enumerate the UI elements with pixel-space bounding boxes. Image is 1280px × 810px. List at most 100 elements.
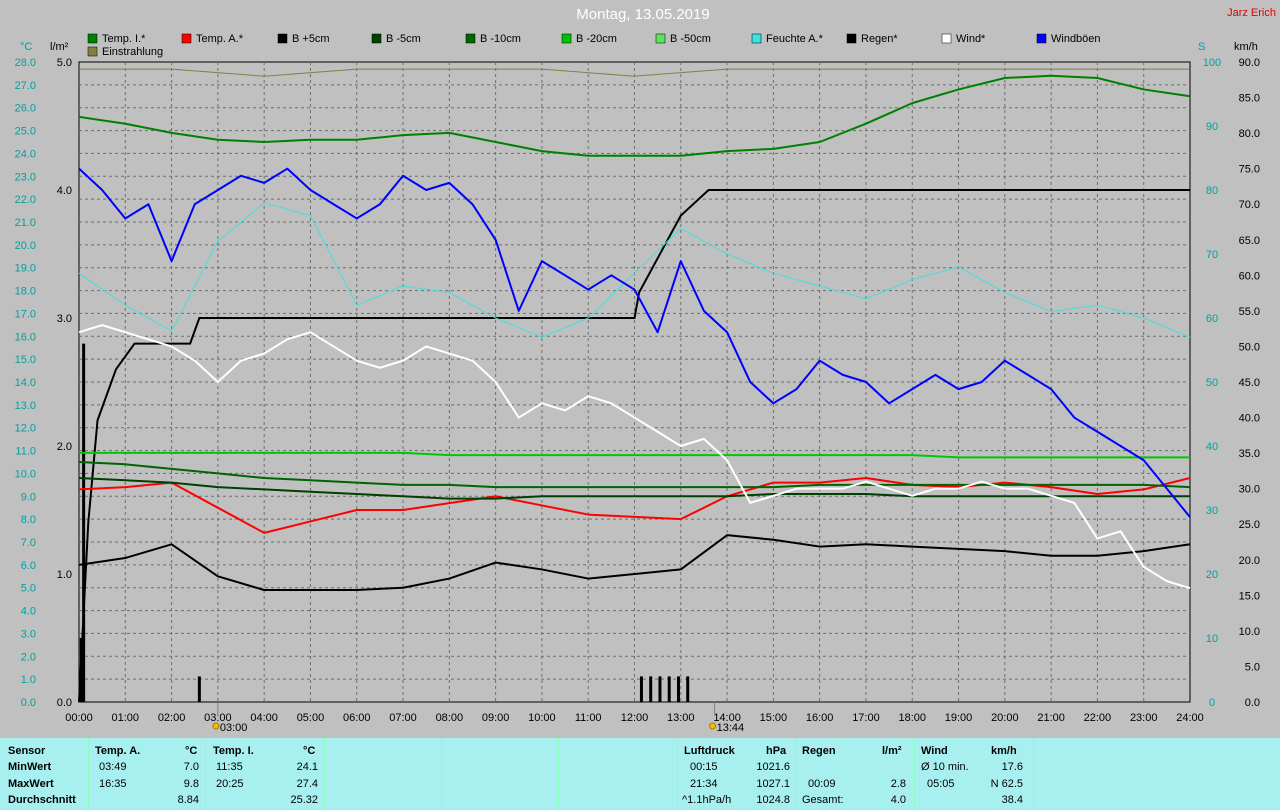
y-rain-tick: 4.0 xyxy=(57,185,72,197)
temp-i-min-time: 11:35 xyxy=(216,761,243,773)
legend-swatch xyxy=(87,46,98,57)
x-tick-label: 02:00 xyxy=(158,712,186,724)
sunrise-icon xyxy=(212,722,220,730)
legend-swatch xyxy=(181,33,192,44)
y-temp-tick: 21.0 xyxy=(15,217,36,229)
y-temp-tick: 23.0 xyxy=(15,171,36,183)
wind-avg10-label: Ø 10 min. xyxy=(921,761,969,773)
x-tick-label: 13:00 xyxy=(667,712,695,724)
wind-header: Wind xyxy=(921,745,948,757)
y-wind-tick: 65.0 xyxy=(1239,235,1260,247)
unit-s: S xyxy=(1198,41,1205,53)
unit-rain: l/m² xyxy=(50,41,69,53)
legend-swatch xyxy=(655,33,666,44)
legend-swatch xyxy=(846,33,857,44)
x-tick-label: 06:00 xyxy=(343,712,371,724)
y-humidity-tick: 10 xyxy=(1206,633,1218,645)
x-tick-label: 24:00 xyxy=(1176,712,1204,724)
x-tick-label: 04:00 xyxy=(250,712,278,724)
x-tick-label: 08:00 xyxy=(436,712,464,724)
rain-header: Regen xyxy=(802,745,836,757)
y-wind-tick: 10.0 xyxy=(1239,626,1260,638)
y-temp-tick: 1.0 xyxy=(21,674,36,686)
wind-unit: km/h xyxy=(991,745,1017,757)
y-temp-tick: 15.0 xyxy=(15,354,36,366)
y-humidity-tick: 0 xyxy=(1209,697,1215,709)
temp-a-header: Temp. A. xyxy=(95,745,141,757)
x-tick-label: 09:00 xyxy=(482,712,510,724)
y-rain-tick: 0.0 xyxy=(57,697,72,709)
y-wind-tick: 55.0 xyxy=(1239,306,1260,318)
y-temp-tick: 10.0 xyxy=(15,468,36,480)
legend-swatch xyxy=(277,33,288,44)
temp-a-avg-value: 8.84 xyxy=(177,794,199,806)
legend-label: Einstrahlung xyxy=(102,46,163,58)
sunrise-label: 03:00 xyxy=(220,722,248,734)
y-temp-tick: 27.0 xyxy=(15,80,36,92)
sunset-label: 13:44 xyxy=(717,722,745,734)
temp-a-min-value: 7.0 xyxy=(183,761,199,773)
wind-avg10-value: 17.6 xyxy=(1001,761,1023,773)
pressure-header: Luftdruck xyxy=(684,745,735,757)
temp-i-min-value: 24.1 xyxy=(296,761,318,773)
y-temp-tick: 11.0 xyxy=(15,446,36,458)
temp-i-max-value: 27.4 xyxy=(296,778,318,790)
x-tick-label: 16:00 xyxy=(806,712,834,724)
rain-max-time: 00:09 xyxy=(808,778,836,790)
x-tick-label: 15:00 xyxy=(760,712,788,724)
legend-label: Regen* xyxy=(861,33,898,45)
legend-label: Feuchte A.* xyxy=(766,33,824,45)
y-rain-tick: 2.0 xyxy=(57,441,72,453)
summary-temp-i: Temp. I. °C 11:35 24.1 20:25 27.4 25.32 xyxy=(206,738,325,810)
temp-i-max-time: 20:25 xyxy=(216,778,244,790)
y-humidity-tick: 30 xyxy=(1206,505,1218,517)
y-temp-tick: 8.0 xyxy=(21,514,36,526)
y-wind-tick: 0.0 xyxy=(1245,697,1260,709)
y-temp-tick: 5.0 xyxy=(21,583,36,595)
legend-swatch xyxy=(465,33,476,44)
legend-swatch xyxy=(371,33,382,44)
chart-title: Montag, 13.05.2019 xyxy=(576,6,709,23)
pressure-unit: hPa xyxy=(766,745,787,757)
x-tick-label: 01:00 xyxy=(112,712,140,724)
y-temp-tick: 19.0 xyxy=(15,263,36,275)
y-rain-tick: 3.0 xyxy=(57,313,72,325)
grid xyxy=(78,61,1191,703)
y-rain-tick: 5.0 xyxy=(57,57,72,69)
y-temp-tick: 6.0 xyxy=(21,560,36,572)
y-temp-tick: 20.0 xyxy=(15,240,36,252)
y-humidity-tick: 60 xyxy=(1206,313,1218,325)
legend-label: Temp. I.* xyxy=(102,33,146,45)
row-label-min: MinWert xyxy=(8,761,52,773)
y-humidity-tick: 40 xyxy=(1206,441,1218,453)
y-humidity-tick: 90 xyxy=(1206,121,1218,133)
y-humidity-tick: 100 xyxy=(1203,57,1221,69)
x-tick-label: 10:00 xyxy=(528,712,556,724)
wind-max-value: N 62.5 xyxy=(990,778,1023,790)
y-wind-tick: 20.0 xyxy=(1239,555,1260,567)
x-tick-label: 05:00 xyxy=(297,712,325,724)
legend-label: B -20cm xyxy=(576,33,617,45)
x-tick-label: 19:00 xyxy=(945,712,973,724)
rain-max-value: 2.8 xyxy=(890,778,906,790)
y-temp-tick: 17.0 xyxy=(15,308,36,320)
wind-avg-value: 38.4 xyxy=(1001,794,1023,806)
wind-max-time: 05:05 xyxy=(927,778,955,790)
unit-temp: °C xyxy=(20,41,32,53)
row-label-avg: Durchschnitt xyxy=(8,794,76,806)
y-temp-tick: 22.0 xyxy=(15,194,36,206)
y-humidity-tick: 20 xyxy=(1206,569,1218,581)
y-wind-tick: 35.0 xyxy=(1239,448,1260,460)
y-wind-tick: 80.0 xyxy=(1239,128,1260,140)
temp-i-avg-value: 25.32 xyxy=(290,794,318,806)
y-temp-tick: 0.0 xyxy=(21,697,36,709)
sensor-header: Sensor xyxy=(8,745,46,757)
y-rain-tick: 1.0 xyxy=(57,569,72,581)
x-tick-label: 20:00 xyxy=(991,712,1019,724)
author-label: Jarz Erich xyxy=(1227,7,1276,19)
y-wind-tick: 70.0 xyxy=(1239,199,1260,211)
summary-rain: Regen l/m² 00:09 2.8 Gesamt: 4.0 xyxy=(796,738,915,810)
legend-label: B -10cm xyxy=(480,33,521,45)
weather-chart: 00:00 01:00 02:00 03:00 04:00 05:00 06:00 07:00… xyxy=(15,6,1276,734)
legend-swatch xyxy=(87,33,98,44)
